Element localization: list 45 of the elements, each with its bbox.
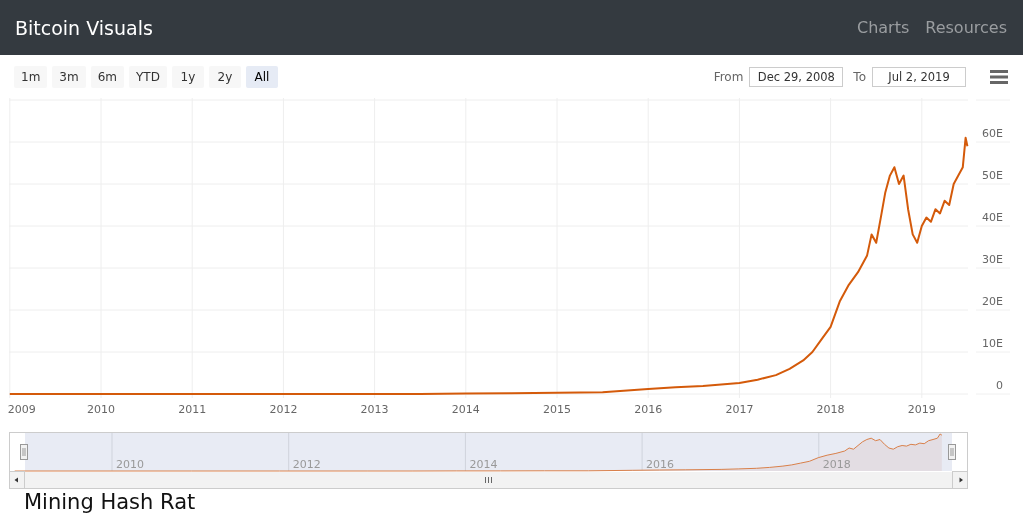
scroll-left-button[interactable] (9, 471, 25, 489)
scroll-right-button[interactable] (952, 471, 968, 489)
y-axis-label: 60E (982, 127, 1003, 140)
nav-link[interactable]: Charts (856, 18, 910, 37)
x-axis-label: 2016 (634, 403, 663, 416)
scrollbar-thumb[interactable] (25, 472, 952, 488)
x-axis-label: 2013 (360, 403, 389, 416)
from-label: From (713, 69, 744, 84)
y-axis-label: 20E (982, 295, 1003, 308)
to-label: To (853, 69, 866, 84)
range-button[interactable]: YTD (129, 65, 167, 88)
range-button[interactable]: 1y (171, 65, 204, 88)
y-axis-label: 50E (982, 169, 1003, 182)
grip-icon (485, 476, 492, 484)
menu-icon[interactable] (990, 69, 1008, 84)
range-button[interactable]: All (245, 65, 278, 88)
x-axis-label: 2014 (451, 403, 480, 416)
navigator-label: 2018 (822, 458, 851, 471)
nav-link[interactable]: Resources (925, 18, 1007, 37)
y-axis-label: 0 (996, 379, 1003, 392)
range-button[interactable]: 2y (208, 65, 241, 88)
range-button[interactable]: 3m (52, 65, 86, 88)
range-button[interactable]: 1m (14, 65, 48, 88)
x-axis-label: 2010 (87, 403, 115, 416)
section-heading: Mining Hash Rat (24, 490, 197, 516)
x-axis-label: 2015 (543, 403, 571, 416)
navigator-label: 2014 (469, 458, 498, 471)
x-axis-label: 2011 (178, 403, 207, 416)
range-button[interactable]: 6m (90, 65, 124, 88)
x-axis-label: 2018 (816, 403, 845, 416)
navigator-label: 2010 (116, 458, 144, 471)
range-handle[interactable] (20, 444, 28, 460)
navigator-label: 2016 (646, 458, 675, 471)
x-axis-label: 2019 (907, 403, 936, 416)
site-title[interactable]: Bitcoin Visuals (15, 16, 153, 39)
y-axis-label: 30E (982, 253, 1003, 266)
navigator-label: 2012 (292, 458, 321, 471)
x-axis-label: 2017 (725, 403, 754, 416)
range-handle[interactable] (948, 444, 956, 460)
to-date-field[interactable]: Jul 2, 2019 (872, 66, 966, 87)
x-axis-label: 2012 (269, 403, 298, 416)
y-axis-label: 40E (982, 211, 1003, 224)
from-date-field[interactable]: Dec 29, 2008 (749, 66, 844, 87)
y-axis-label: 10E (982, 337, 1003, 350)
x-axis-label: 2009 (7, 403, 36, 416)
